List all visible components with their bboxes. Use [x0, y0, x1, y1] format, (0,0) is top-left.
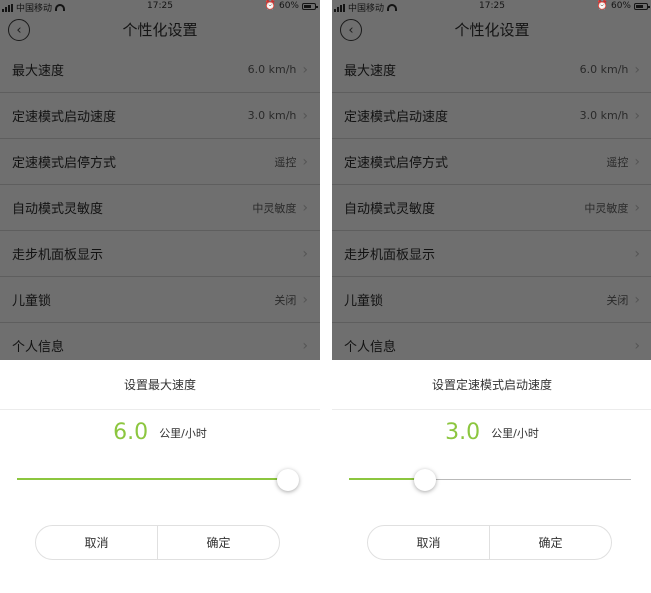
confirm-button[interactable]: 确定: [489, 526, 611, 559]
row-label: 个人信息: [12, 340, 65, 355]
slider-thumb[interactable]: [414, 469, 437, 491]
chevron-right-icon: ›: [302, 337, 308, 354]
chevron-right-icon: ›: [302, 291, 308, 308]
speed-slider[interactable]: [17, 468, 299, 492]
row-value: 6.0 km/h: [247, 63, 297, 76]
dialog-title: 设置定速模式启动速度: [332, 360, 651, 410]
chevron-right-icon: ›: [634, 337, 640, 354]
row-label: 最大速度: [344, 64, 397, 79]
cancel-button[interactable]: 取消: [368, 526, 489, 559]
phone-screen-cruise-start-speed: 中国移动 17:25 ⏰ 60% ‹ 个性化设置 最大速度 6.0 km/h ›: [332, 0, 651, 593]
battery-icon: [302, 2, 318, 10]
settings-row-auto-sensitivity[interactable]: 自动模式灵敏度 中灵敏度 ›: [332, 185, 651, 231]
battery-icon: [634, 2, 650, 10]
phone-screen-max-speed: 中国移动 17:25 ⏰ 60% ‹ 个性化设置 最大速度 6.0 km/h ›: [0, 0, 320, 593]
row-value: 3.0 km/h: [579, 109, 629, 122]
page-title: 个性化设置: [122, 21, 198, 39]
status-bar: 中国移动 17:25 ⏰ 60%: [0, 0, 320, 15]
settings-row-auto-sensitivity[interactable]: 自动模式灵敏度 中灵敏度 ›: [0, 185, 320, 231]
row-value: 遥控: [274, 155, 297, 169]
nav-bar: ‹ 个性化设置: [332, 15, 651, 47]
row-label: 走步机面板显示: [344, 248, 436, 263]
chevron-right-icon: ›: [634, 199, 640, 216]
row-value: 关闭: [274, 293, 297, 307]
row-value: 遥控: [606, 155, 629, 169]
settings-row-cruise-start-stop[interactable]: 定速模式启停方式 遥控 ›: [0, 139, 320, 185]
row-label: 自动模式灵敏度: [344, 202, 436, 217]
chevron-right-icon: ›: [302, 107, 308, 124]
row-label: 定速模式启动速度: [344, 110, 449, 125]
slider-thumb[interactable]: [276, 469, 299, 491]
row-label: 定速模式启动速度: [12, 110, 117, 125]
speed-unit: 公里/小时: [491, 426, 539, 440]
cancel-button[interactable]: 取消: [36, 526, 157, 559]
chevron-right-icon: ›: [634, 61, 640, 78]
row-label: 个人信息: [344, 340, 397, 355]
alarm-icon: ⏰: [596, 1, 608, 11]
chevron-right-icon: ›: [634, 153, 640, 170]
page-title: 个性化设置: [454, 21, 530, 39]
confirm-button[interactable]: 确定: [157, 526, 279, 559]
speed-slider[interactable]: [349, 468, 631, 492]
chevron-right-icon: ›: [302, 245, 308, 262]
slider-fill: [17, 478, 288, 480]
row-value: 6.0 km/h: [579, 63, 629, 76]
dialog-buttons: 取消 确定: [35, 525, 280, 560]
nav-bar: ‹ 个性化设置: [0, 15, 320, 47]
chevron-right-icon: ›: [634, 291, 640, 308]
row-value: 3.0 km/h: [247, 109, 297, 122]
settings-page: 中国移动 17:25 ⏰ 60% ‹ 个性化设置 最大速度 6.0 km/h ›: [332, 0, 651, 369]
settings-row-cruise-start-speed[interactable]: 定速模式启动速度 3.0 km/h ›: [332, 93, 651, 139]
battery-percent: 60%: [278, 1, 299, 11]
status-bar: 中国移动 17:25 ⏰ 60%: [332, 0, 651, 15]
row-label: 定速模式启停方式: [12, 156, 117, 171]
row-label: 儿童锁: [344, 294, 384, 309]
chevron-right-icon: ›: [302, 153, 308, 170]
settings-row-max-speed[interactable]: 最大速度 6.0 km/h ›: [0, 47, 320, 93]
row-label: 自动模式灵敏度: [12, 202, 104, 217]
row-label: 定速模式启停方式: [344, 156, 449, 171]
settings-row-panel-display[interactable]: 走步机面板显示 ›: [0, 231, 320, 277]
speed-value: 3.0: [445, 420, 481, 445]
row-value: 关闭: [606, 293, 629, 307]
dialog-buttons: 取消 确定: [367, 525, 612, 560]
settings-row-cruise-start-speed[interactable]: 定速模式启动速度 3.0 km/h ›: [0, 93, 320, 139]
speed-value: 6.0: [113, 420, 149, 445]
settings-row-max-speed[interactable]: 最大速度 6.0 km/h ›: [332, 47, 651, 93]
row-label: 最大速度: [12, 64, 65, 79]
chevron-right-icon: ›: [302, 199, 308, 216]
screenshot-pair: 中国移动 17:25 ⏰ 60% ‹ 个性化设置 最大速度 6.0 km/h ›: [0, 0, 651, 593]
settings-row-panel-display[interactable]: 走步机面板显示 ›: [332, 231, 651, 277]
settings-page: 中国移动 17:25 ⏰ 60% ‹ 个性化设置 最大速度 6.0 km/h ›: [0, 0, 320, 369]
row-label: 走步机面板显示: [12, 248, 104, 263]
battery-percent: 60%: [610, 1, 631, 11]
speed-dialog: 设置定速模式启动速度 3.0 公里/小时 取消 确定: [332, 360, 651, 593]
speed-unit: 公里/小时: [159, 426, 207, 440]
chevron-right-icon: ›: [634, 245, 640, 262]
row-value: 中灵敏度: [252, 201, 297, 215]
chevron-right-icon: ›: [302, 61, 308, 78]
settings-row-child-lock[interactable]: 儿童锁 关闭 ›: [332, 277, 651, 323]
alarm-icon: ⏰: [264, 1, 276, 11]
settings-row-child-lock[interactable]: 儿童锁 关闭 ›: [0, 277, 320, 323]
row-label: 儿童锁: [12, 294, 52, 309]
chevron-right-icon: ›: [634, 107, 640, 124]
dialog-title: 设置最大速度: [0, 360, 320, 410]
settings-row-cruise-start-stop[interactable]: 定速模式启停方式 遥控 ›: [332, 139, 651, 185]
row-value: 中灵敏度: [584, 201, 629, 215]
speed-dialog: 设置最大速度 6.0 公里/小时 取消 确定: [0, 360, 320, 593]
